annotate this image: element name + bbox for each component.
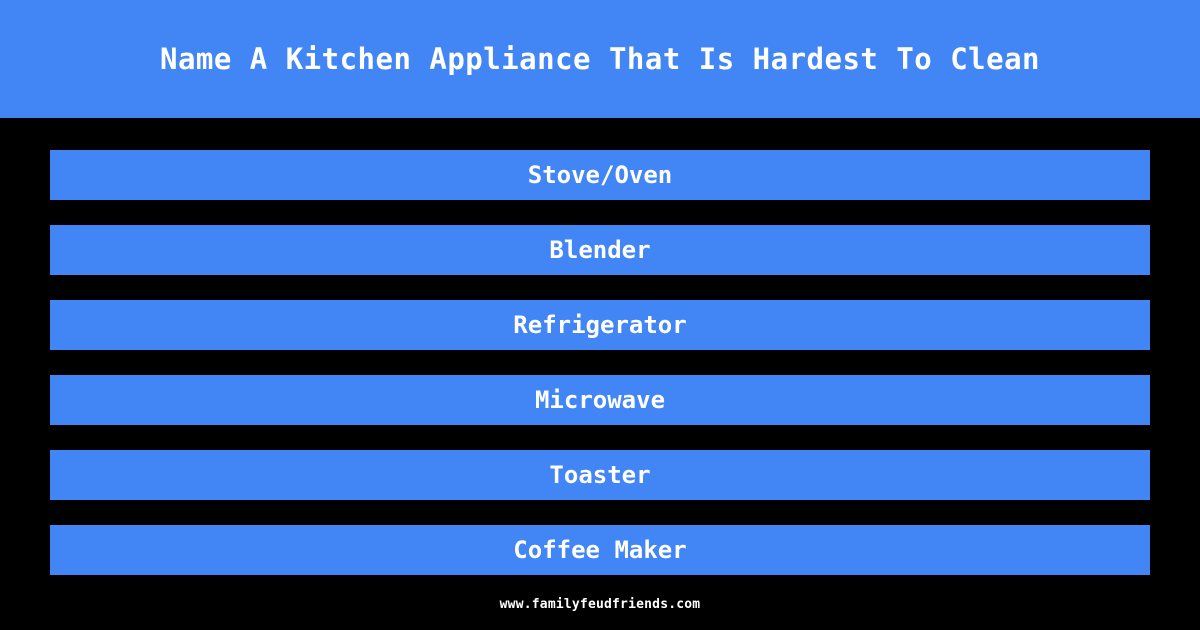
answer-label: Microwave [534, 386, 666, 414]
answer-label: Blender [549, 236, 651, 264]
question-title: Name A Kitchen Appliance That Is Hardest… [159, 41, 1040, 76]
answer-row[interactable]: Stove/Oven [50, 150, 1150, 200]
answer-row[interactable]: Toaster [50, 450, 1150, 500]
question-banner: Name A Kitchen Appliance That Is Hardest… [0, 0, 1200, 118]
answer-row[interactable]: Blender [50, 225, 1150, 275]
survey-card: Name A Kitchen Appliance That Is Hardest… [0, 0, 1200, 630]
answer-label: Toaster [549, 461, 651, 489]
answer-list: Stove/Oven Blender Refrigerator Microwav… [50, 150, 1150, 575]
answer-label: Stove/Oven [527, 161, 673, 189]
footer: www.familyfeudfriends.com [0, 598, 1200, 611]
answer-label: Coffee Maker [513, 536, 687, 564]
site-url[interactable]: www.familyfeudfriends.com [500, 598, 701, 611]
answer-label: Refrigerator [513, 311, 687, 339]
answer-row[interactable]: Refrigerator [50, 300, 1150, 350]
answer-row[interactable]: Coffee Maker [50, 525, 1150, 575]
answer-row[interactable]: Microwave [50, 375, 1150, 425]
